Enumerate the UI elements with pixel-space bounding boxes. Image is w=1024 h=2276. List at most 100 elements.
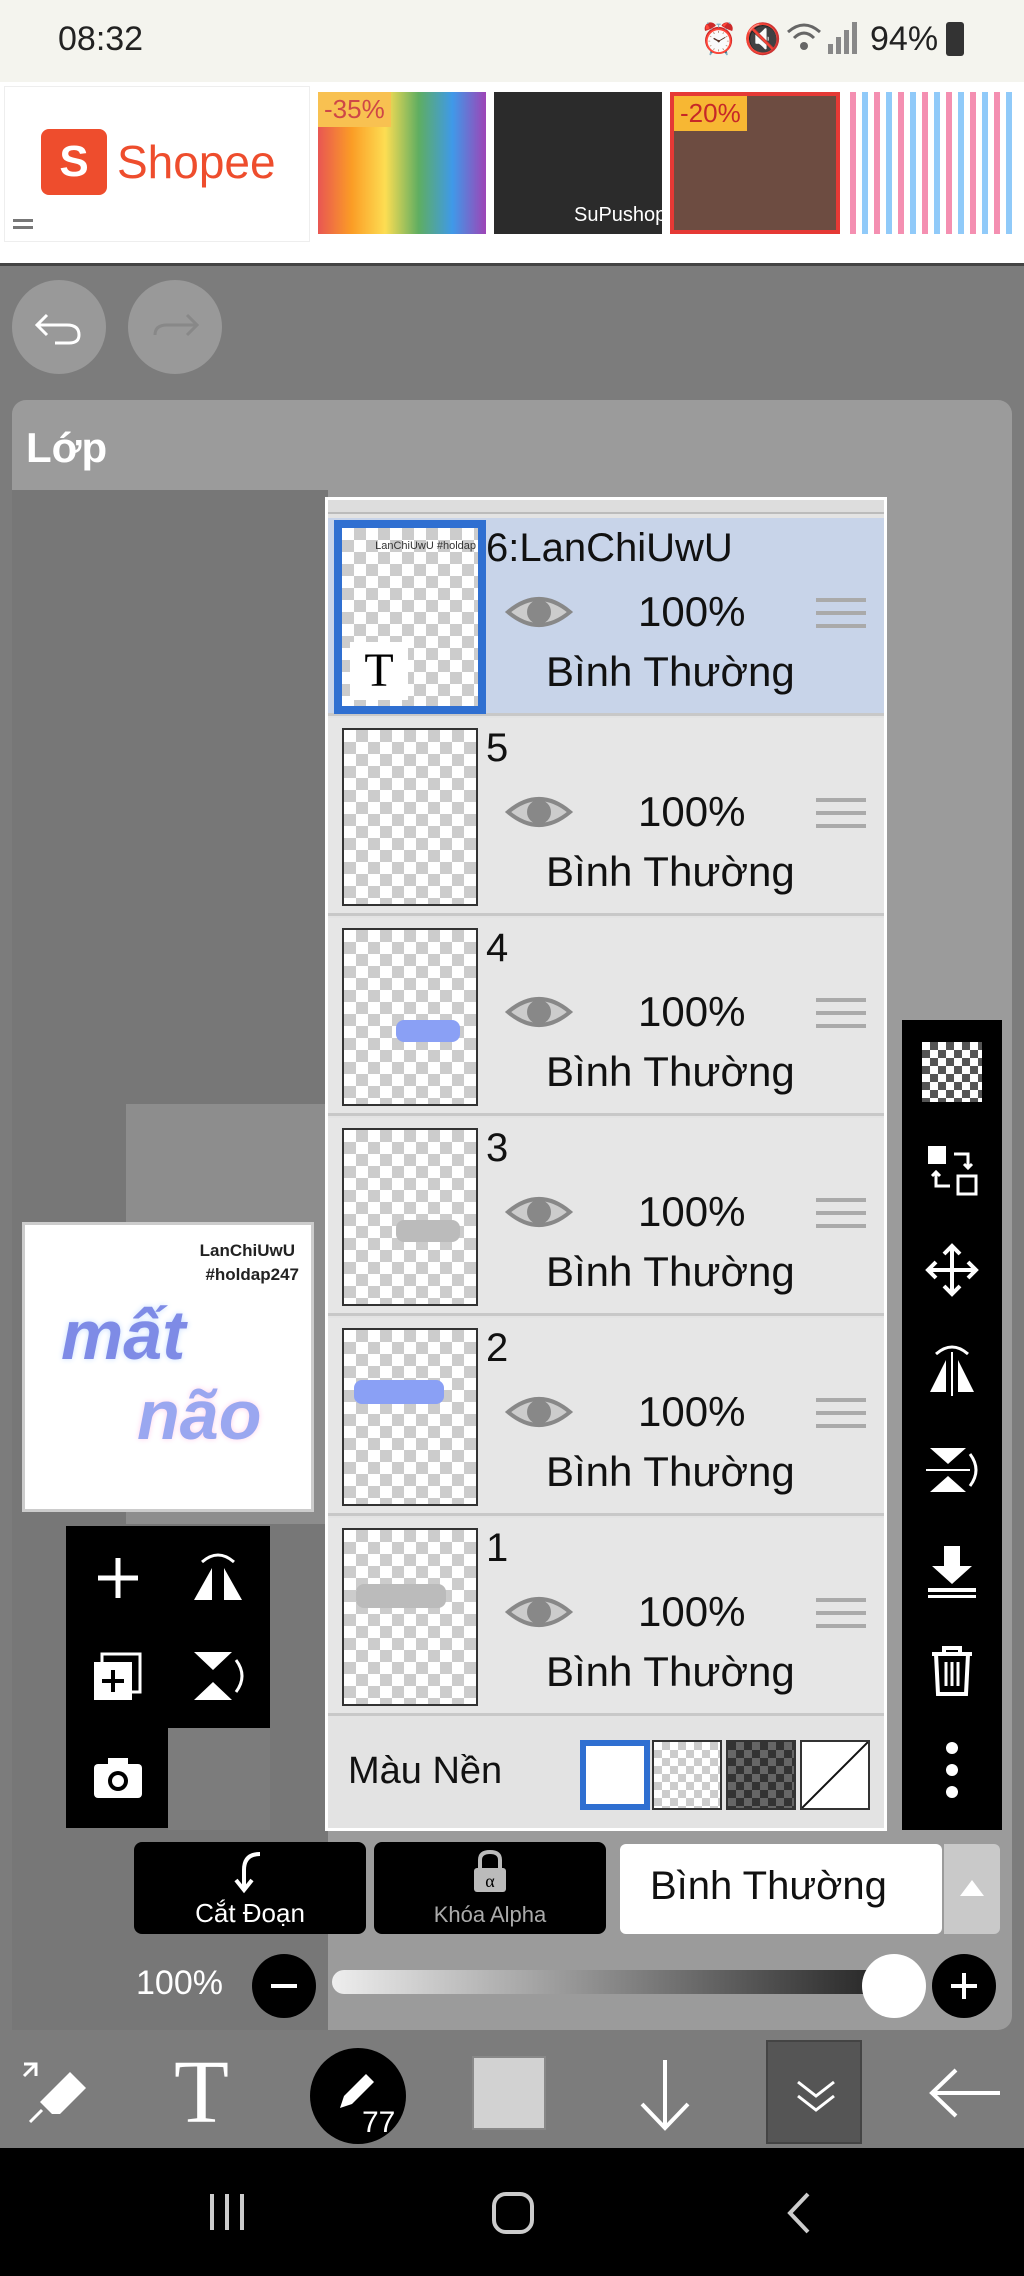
visibility-eye-icon[interactable] <box>504 984 574 1040</box>
layer-thumbnail <box>342 928 478 1106</box>
layer-opacity: 100% <box>638 588 746 635</box>
layer-opacity: 100% <box>638 988 746 1035</box>
preview-hashtag: #holdap247 <box>205 1265 299 1284</box>
layers-toggle-button[interactable] <box>766 2040 862 2144</box>
duplicate-layer-icon[interactable] <box>88 1646 148 1706</box>
visibility-eye-icon[interactable] <box>504 784 574 840</box>
layer-row-5[interactable]: 5 100% Bình Thường <box>328 718 884 916</box>
text-tool-icon[interactable]: T <box>174 2048 244 2138</box>
preview-art-word1: mất <box>61 1296 186 1374</box>
undo-button[interactable] <box>12 280 106 374</box>
layer-row-1[interactable]: 1 100% Bình Thường <box>328 1518 884 1716</box>
merge-down-icon[interactable] <box>922 1540 982 1600</box>
background-color-label: Màu Nền <box>348 1750 503 1792</box>
bg-dark-swatch[interactable] <box>726 1740 796 1810</box>
ad-item-pens[interactable] <box>850 92 1018 234</box>
ad-banner[interactable]: S Shopee -35% SuPushop -20% <box>0 82 1024 266</box>
canvas-preview[interactable]: LanChiUwU #holdap247 mất não <box>22 1222 314 1512</box>
layer-thumbnail <box>342 1128 478 1306</box>
bg-white-swatch[interactable] <box>580 1740 650 1810</box>
layer-row-4[interactable]: 4 100% Bình Thường <box>328 918 884 1116</box>
bottom-toolbar: T 77 <box>0 2036 1024 2148</box>
more-icon[interactable] <box>922 1740 982 1800</box>
camera-icon[interactable] <box>88 1748 148 1808</box>
ad-item-cards[interactable]: -20% <box>670 92 840 234</box>
color-swatch[interactable] <box>472 2056 546 2130</box>
ad-item-markers[interactable]: -35% <box>318 92 486 234</box>
opacity-slider[interactable] <box>332 1970 892 1994</box>
shopee-brand: Shopee <box>117 136 276 188</box>
thumb-art <box>356 1584 446 1608</box>
drag-handle-icon[interactable] <box>816 598 866 634</box>
thumb-text: LanChiUwU #holdap <box>375 540 476 552</box>
layer-thumbnail: LanChiUwU #holdap T <box>334 520 486 714</box>
lock-icon: α <box>474 1849 506 1892</box>
discount-badge: -35% <box>318 92 391 127</box>
visibility-eye-icon[interactable] <box>504 1184 574 1240</box>
ad-caption: SuPushop <box>574 204 667 226</box>
layer-row-2[interactable]: 2 100% Bình Thường <box>328 1318 884 1516</box>
system-nav-bar <box>0 2148 1024 2276</box>
layer-thumbnail <box>342 1328 478 1506</box>
blend-mode-dropdown[interactable] <box>944 1844 1000 1934</box>
clipping-button[interactable]: Cắt Đoạn <box>134 1842 366 1934</box>
flip-horizontal-icon[interactable] <box>922 1340 982 1400</box>
recent-apps-button[interactable] <box>206 2192 248 2232</box>
preview-art-word2: não <box>137 1376 262 1454</box>
layers-list[interactable]: LanChiUwU #holdap T 6:LanChiUwU 100% Bìn… <box>325 497 887 1831</box>
opacity-increase-button[interactable] <box>932 1954 996 2018</box>
layer-7-partial <box>328 500 884 514</box>
layer-thumbnail <box>342 1528 478 1706</box>
bg-transparent-swatch[interactable] <box>652 1740 722 1810</box>
brush-size-button[interactable]: 77 <box>310 2048 406 2144</box>
redo-button[interactable] <box>128 280 222 374</box>
back-button[interactable] <box>784 2190 814 2236</box>
flip-vertical-layer-icon[interactable] <box>188 1646 248 1706</box>
ad-item-calligraphy[interactable]: SuPushop <box>494 92 666 234</box>
layer-blend-mode: Bình Thường <box>546 1048 795 1095</box>
layer-blend-mode: Bình Thường <box>546 1648 795 1695</box>
thumb-art <box>396 1220 460 1242</box>
visibility-eye-icon[interactable] <box>504 1584 574 1640</box>
layer-row-3[interactable]: 3 100% Bình Thường <box>328 1118 884 1316</box>
plus-icon <box>951 1973 977 1999</box>
triangle-up-icon <box>960 1880 984 1896</box>
opacity-decrease-button[interactable] <box>252 1954 316 2018</box>
mute-icon: 🔇 <box>744 23 782 56</box>
redo-icon <box>153 313 200 337</box>
trash-icon[interactable] <box>922 1640 982 1700</box>
drag-handle-icon[interactable] <box>816 1598 866 1634</box>
visibility-eye-icon[interactable] <box>504 1384 574 1440</box>
double-chevron-down-icon <box>797 2080 835 2112</box>
layer-name: 5 <box>486 726 509 770</box>
preview-signature: LanChiUwU <box>199 1241 295 1260</box>
background-color-row: Màu Nền <box>328 1722 884 1826</box>
flip-vertical-icon[interactable] <box>922 1440 982 1500</box>
transfer-icon[interactable] <box>922 1140 982 1200</box>
drag-handle-icon[interactable] <box>816 1198 866 1234</box>
layer-thumbnail <box>342 728 478 906</box>
text-layer-icon: T <box>350 642 408 700</box>
home-button[interactable] <box>490 2190 536 2236</box>
blend-mode-select[interactable]: Bình Thường <box>620 1844 942 1934</box>
thumb-art <box>354 1380 444 1404</box>
visibility-eye-icon[interactable] <box>504 584 574 640</box>
drag-handle-icon[interactable] <box>816 798 866 834</box>
opacity-slider-knob[interactable] <box>862 1954 926 2018</box>
down-arrow-icon[interactable] <box>630 2054 700 2134</box>
move-icon[interactable] <box>922 1240 982 1300</box>
shopee-logo[interactable]: S Shopee <box>4 86 310 242</box>
drag-handle-icon[interactable] <box>816 998 866 1034</box>
eraser-transform-icon[interactable] <box>20 2058 96 2128</box>
bg-none-swatch[interactable] <box>800 1740 870 1810</box>
alpha-lock-label: Khóa Alpha <box>433 1902 547 1927</box>
add-layer-icon[interactable] <box>88 1548 148 1608</box>
flip-layer-icon[interactable] <box>188 1548 248 1608</box>
checker-icon[interactable] <box>922 1042 982 1102</box>
back-arrow-icon[interactable] <box>926 2058 1004 2128</box>
alarm-icon: ⏰ <box>700 23 738 56</box>
battery-icon <box>946 22 964 56</box>
layer-row-6[interactable]: LanChiUwU #holdap T 6:LanChiUwU 100% Bìn… <box>328 518 884 716</box>
drag-handle-icon[interactable] <box>816 1398 866 1434</box>
alpha-lock-button[interactable]: α Khóa Alpha <box>374 1842 606 1934</box>
